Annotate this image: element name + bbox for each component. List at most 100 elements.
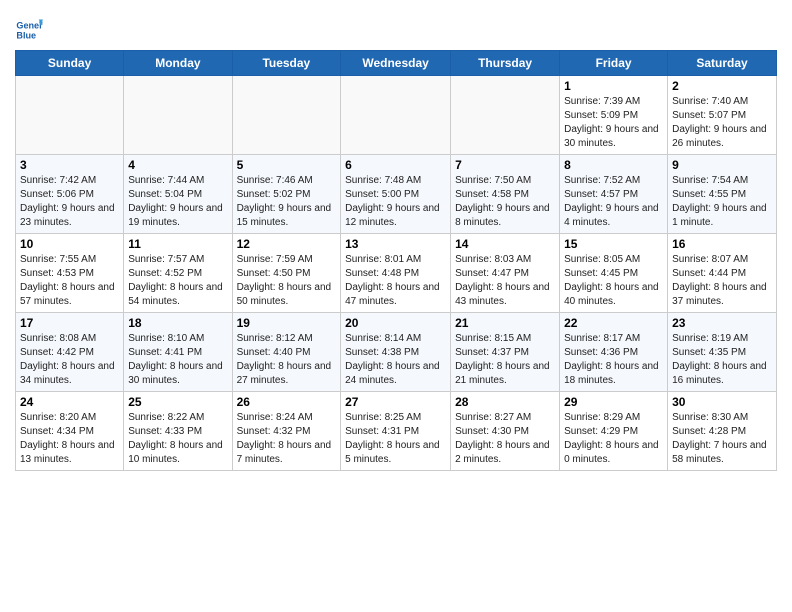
- day-number: 15: [564, 237, 663, 251]
- calendar-cell: 6 Sunrise: 7:48 AM Sunset: 5:00 PM Daylig…: [341, 155, 451, 234]
- day-info: Sunrise: 8:10 AM Sunset: 4:41 PM Dayligh…: [128, 332, 227, 388]
- logo: General Blue: [15, 16, 43, 44]
- calendar-table: SundayMondayTuesdayWednesdayThursdayFrid…: [15, 50, 777, 471]
- day-number: 27: [345, 395, 446, 409]
- calendar-cell: 5 Sunrise: 7:46 AM Sunset: 5:02 PM Daylig…: [232, 155, 341, 234]
- day-number: 19: [237, 316, 337, 330]
- day-info: Sunrise: 8:01 AM Sunset: 4:48 PM Dayligh…: [345, 253, 446, 309]
- day-info: Sunrise: 7:57 AM Sunset: 4:52 PM Dayligh…: [128, 253, 227, 309]
- calendar-week-row: 10Sunrise: 7:55 AM Sunset: 4:53 PM Dayli…: [16, 234, 777, 313]
- day-number: 29: [564, 395, 663, 409]
- day-info: Sunrise: 7:54 AM Sunset: 4:55 PM Dayligh…: [672, 174, 772, 230]
- day-number: 6: [345, 158, 446, 172]
- calendar-cell: [124, 76, 232, 155]
- day-info: Sunrise: 8:25 AM Sunset: 4:31 PM Dayligh…: [345, 411, 446, 467]
- day-number: 9: [672, 158, 772, 172]
- day-number: 23: [672, 316, 772, 330]
- svg-text:Blue: Blue: [16, 30, 36, 40]
- calendar-cell: 18 Sunrise: 8:10 AM Sunset: 4:41 PM Dayli…: [124, 313, 232, 392]
- calendar-cell: 4 Sunrise: 7:44 AM Sunset: 5:04 PM Daylig…: [124, 155, 232, 234]
- day-number: 3: [20, 158, 119, 172]
- day-info: Sunrise: 8:24 AM Sunset: 4:32 PM Dayligh…: [237, 411, 337, 467]
- calendar-cell: 23 Sunrise: 8:19 AM Sunset: 4:35 PM Dayli…: [668, 313, 777, 392]
- day-number: 12: [237, 237, 337, 251]
- calendar-cell: 1 Sunrise: 7:39 AM Sunset: 5:09 PM Daylig…: [560, 76, 668, 155]
- day-number: 11: [128, 237, 227, 251]
- calendar-cell: 14Sunrise: 8:03 AM Sunset: 4:47 PM Dayli…: [451, 234, 560, 313]
- weekday-header: Saturday: [668, 51, 777, 76]
- calendar-cell: 11 Sunrise: 7:57 AM Sunset: 4:52 PM Dayli…: [124, 234, 232, 313]
- calendar-cell: 24 Sunrise: 8:20 AM Sunset: 4:34 PM Dayli…: [16, 392, 124, 471]
- calendar-cell: 25Sunrise: 8:22 AM Sunset: 4:33 PM Dayli…: [124, 392, 232, 471]
- day-info: Sunrise: 8:07 AM Sunset: 4:44 PM Dayligh…: [672, 253, 772, 309]
- calendar-header: SundayMondayTuesdayWednesdayThursdayFrid…: [16, 51, 777, 76]
- calendar-cell: 27 Sunrise: 8:25 AM Sunset: 4:31 PM Dayli…: [341, 392, 451, 471]
- day-number: 26: [237, 395, 337, 409]
- day-info: Sunrise: 7:48 AM Sunset: 5:00 PM Dayligh…: [345, 174, 446, 230]
- day-number: 1: [564, 79, 663, 93]
- calendar-cell: 19Sunrise: 8:12 AM Sunset: 4:40 PM Dayli…: [232, 313, 341, 392]
- day-info: Sunrise: 8:08 AM Sunset: 4:42 PM Dayligh…: [20, 332, 119, 388]
- day-number: 30: [672, 395, 772, 409]
- day-info: Sunrise: 8:20 AM Sunset: 4:34 PM Dayligh…: [20, 411, 119, 467]
- calendar-week-row: 3 Sunrise: 7:42 AM Sunset: 5:06 PM Daylig…: [16, 155, 777, 234]
- day-number: 7: [455, 158, 555, 172]
- day-info: Sunrise: 8:17 AM Sunset: 4:36 PM Dayligh…: [564, 332, 663, 388]
- day-number: 16: [672, 237, 772, 251]
- calendar-cell: 28Sunrise: 8:27 AM Sunset: 4:30 PM Dayli…: [451, 392, 560, 471]
- day-info: Sunrise: 8:30 AM Sunset: 4:28 PM Dayligh…: [672, 411, 772, 467]
- calendar-cell: 3 Sunrise: 7:42 AM Sunset: 5:06 PM Daylig…: [16, 155, 124, 234]
- day-number: 22: [564, 316, 663, 330]
- day-number: 24: [20, 395, 119, 409]
- calendar-week-row: 1 Sunrise: 7:39 AM Sunset: 5:09 PM Daylig…: [16, 76, 777, 155]
- day-number: 5: [237, 158, 337, 172]
- day-info: Sunrise: 8:29 AM Sunset: 4:29 PM Dayligh…: [564, 411, 663, 467]
- day-number: 8: [564, 158, 663, 172]
- weekday-header: Sunday: [16, 51, 124, 76]
- day-number: 20: [345, 316, 446, 330]
- calendar-cell: 17 Sunrise: 8:08 AM Sunset: 4:42 PM Dayli…: [16, 313, 124, 392]
- calendar-week-row: 24 Sunrise: 8:20 AM Sunset: 4:34 PM Dayli…: [16, 392, 777, 471]
- day-info: Sunrise: 7:50 AM Sunset: 4:58 PM Dayligh…: [455, 174, 555, 230]
- calendar-cell: 13 Sunrise: 8:01 AM Sunset: 4:48 PM Dayli…: [341, 234, 451, 313]
- day-number: 28: [455, 395, 555, 409]
- day-info: Sunrise: 7:59 AM Sunset: 4:50 PM Dayligh…: [237, 253, 337, 309]
- weekday-header: Monday: [124, 51, 232, 76]
- calendar-cell: [232, 76, 341, 155]
- calendar-cell: 20 Sunrise: 8:14 AM Sunset: 4:38 PM Dayli…: [341, 313, 451, 392]
- day-info: Sunrise: 7:44 AM Sunset: 5:04 PM Dayligh…: [128, 174, 227, 230]
- calendar-cell: 8 Sunrise: 7:52 AM Sunset: 4:57 PM Daylig…: [560, 155, 668, 234]
- day-info: Sunrise: 7:39 AM Sunset: 5:09 PM Dayligh…: [564, 95, 663, 151]
- day-info: Sunrise: 8:19 AM Sunset: 4:35 PM Dayligh…: [672, 332, 772, 388]
- day-number: 25: [128, 395, 227, 409]
- day-number: 18: [128, 316, 227, 330]
- weekday-header: Thursday: [451, 51, 560, 76]
- day-info: Sunrise: 7:40 AM Sunset: 5:07 PM Dayligh…: [672, 95, 772, 151]
- calendar-week-row: 17 Sunrise: 8:08 AM Sunset: 4:42 PM Dayli…: [16, 313, 777, 392]
- day-info: Sunrise: 7:55 AM Sunset: 4:53 PM Dayligh…: [20, 253, 119, 309]
- day-number: 21: [455, 316, 555, 330]
- calendar-cell: 26 Sunrise: 8:24 AM Sunset: 4:32 PM Dayli…: [232, 392, 341, 471]
- calendar-cell: [451, 76, 560, 155]
- day-info: Sunrise: 8:14 AM Sunset: 4:38 PM Dayligh…: [345, 332, 446, 388]
- day-info: Sunrise: 8:05 AM Sunset: 4:45 PM Dayligh…: [564, 253, 663, 309]
- calendar-cell: 12 Sunrise: 7:59 AM Sunset: 4:50 PM Dayli…: [232, 234, 341, 313]
- logo-icon: General Blue: [15, 16, 43, 44]
- svg-text:General: General: [16, 21, 43, 31]
- day-info: Sunrise: 7:42 AM Sunset: 5:06 PM Dayligh…: [20, 174, 119, 230]
- calendar-cell: 9 Sunrise: 7:54 AM Sunset: 4:55 PM Daylig…: [668, 155, 777, 234]
- calendar-cell: 2Sunrise: 7:40 AM Sunset: 5:07 PM Daylig…: [668, 76, 777, 155]
- calendar-cell: 16 Sunrise: 8:07 AM Sunset: 4:44 PM Dayli…: [668, 234, 777, 313]
- calendar-cell: 7 Sunrise: 7:50 AM Sunset: 4:58 PM Daylig…: [451, 155, 560, 234]
- day-number: 4: [128, 158, 227, 172]
- day-info: Sunrise: 8:03 AM Sunset: 4:47 PM Dayligh…: [455, 253, 555, 309]
- calendar-cell: 29 Sunrise: 8:29 AM Sunset: 4:29 PM Dayli…: [560, 392, 668, 471]
- day-number: 13: [345, 237, 446, 251]
- day-info: Sunrise: 7:46 AM Sunset: 5:02 PM Dayligh…: [237, 174, 337, 230]
- calendar-cell: [16, 76, 124, 155]
- day-info: Sunrise: 7:52 AM Sunset: 4:57 PM Dayligh…: [564, 174, 663, 230]
- weekday-header: Friday: [560, 51, 668, 76]
- day-number: 17: [20, 316, 119, 330]
- calendar-cell: 10Sunrise: 7:55 AM Sunset: 4:53 PM Dayli…: [16, 234, 124, 313]
- calendar-cell: 21Sunrise: 8:15 AM Sunset: 4:37 PM Dayli…: [451, 313, 560, 392]
